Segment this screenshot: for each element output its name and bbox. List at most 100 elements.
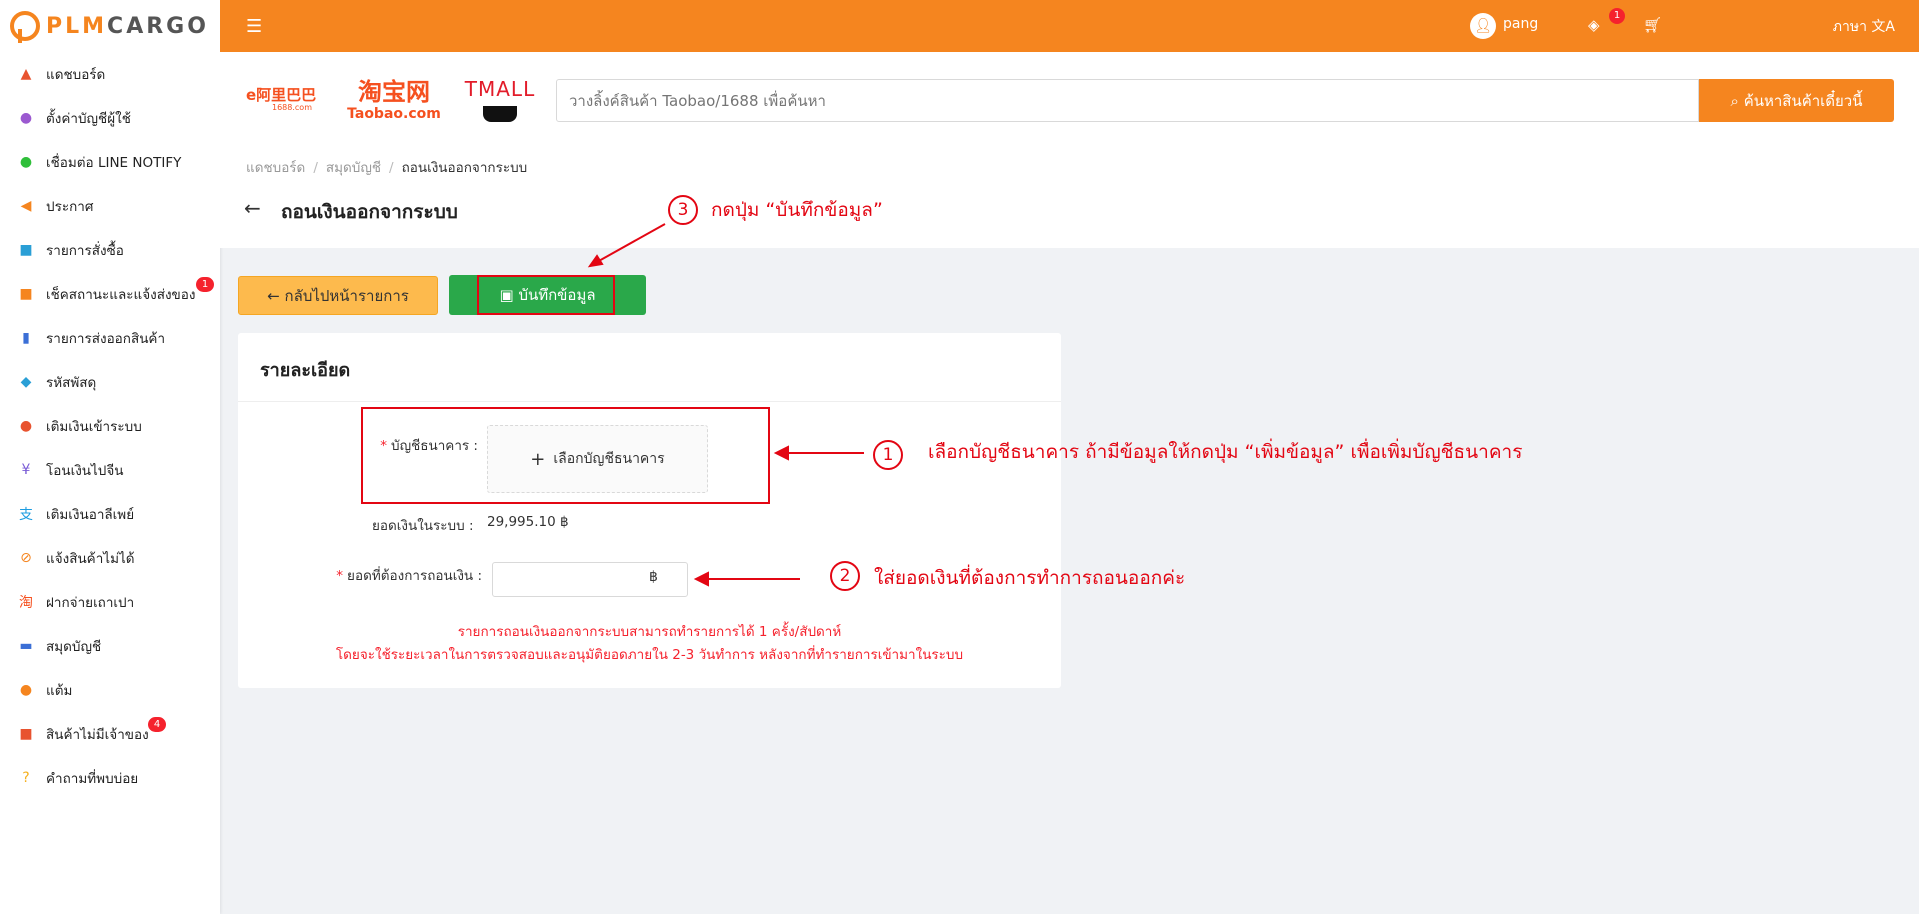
- sidebar-item-truck[interactable]: ■ เช็คสถานะและแจ้งส่งของ 1: [0, 272, 220, 316]
- sidebar-item-search-box[interactable]: ■ สินค้าไม่มีเจ้าของ 4: [0, 712, 220, 756]
- balance-value: 29,995.10 ฿: [487, 514, 569, 530]
- piggy-bank-icon: ●: [19, 418, 33, 434]
- sidebar-item-label: รายการส่งออกสินค้า: [46, 331, 166, 347]
- tmall-cat-icon: [483, 106, 517, 122]
- breadcrumb-dashboard[interactable]: แดชบอร์ด: [246, 160, 305, 176]
- sidebar-item-label: แจ้งสินค้าไม่ได้: [46, 551, 135, 567]
- no-box-icon: ⊘: [20, 550, 32, 566]
- sidebar-item-label: เติมเงินอาลีเพย์: [46, 507, 135, 523]
- sidebar-item-badge: 4: [148, 717, 166, 732]
- card-title: รายละเอียด: [260, 360, 351, 381]
- basket-icon: ■: [19, 242, 33, 258]
- back-button-label: กลับไปหน้ารายการ: [284, 286, 409, 305]
- brand-tmall-logo[interactable]: TMALL: [460, 78, 540, 122]
- sidebar-item-label: เติมเงินเข้าระบบ: [46, 419, 142, 435]
- annotation-step-2-text: ใส่ยอดเงินที่ต้องการทำการถอนออกค่ะ: [874, 567, 1186, 589]
- brand-tmall-text: TMALL: [464, 77, 536, 101]
- alipay-icon: 支: [19, 507, 33, 523]
- notification-badge: 1: [1609, 8, 1625, 24]
- annotation-step-3-text: กดปุ่ม “บันทึกข้อมูล”: [711, 199, 883, 221]
- user-settings-icon: ●: [19, 110, 33, 126]
- yuan-icon: ¥: [21, 462, 31, 478]
- logo-text-cargo: CARGO: [107, 13, 209, 39]
- arrow-step3-head: [587, 254, 604, 268]
- translate-icon: 文A: [1871, 19, 1895, 35]
- annotation-save-highlight: [477, 275, 615, 315]
- baht-suffix: ฿: [649, 569, 658, 585]
- sidebar-item-megaphone[interactable]: ◀ ประกาศ: [0, 184, 220, 228]
- withdraw-amount-label: * ยอดที่ต้องการถอนเงิน :: [336, 568, 482, 584]
- brand-1688-logo[interactable]: e阿里巴巴 1688.com: [246, 87, 324, 113]
- logo-mark-icon: [10, 11, 40, 43]
- menu-fold-icon[interactable]: ☰: [246, 16, 262, 37]
- sidebar-item-label: รายการสั่งซื้อ: [46, 243, 124, 259]
- top-header: ☰: [220, 0, 1919, 52]
- layers-icon[interactable]: ◈: [1588, 16, 1600, 34]
- sidebar-item-label: เช็คสถานะและแจ้งส่งของ: [46, 287, 196, 303]
- annotation-step-1-text: เลือกบัญชีธนาคาร ถ้ามีข้อมูลให้กดปุ่ม “เ…: [928, 441, 1523, 463]
- sidebar-item-label: เชื่อมต่อ LINE NOTIFY: [46, 155, 182, 171]
- page-title: ถอนเงินออกจากระบบ: [281, 201, 458, 223]
- back-to-list-button[interactable]: ← กลับไปหน้ารายการ: [238, 276, 438, 315]
- sidebar: PLMCARGO ▲ แดชบอร์ด ● ตั้งค่าบัญชีผู้ใช้ ● เช…: [0, 0, 220, 914]
- brand-taobao-text: Taobao.com: [347, 106, 441, 122]
- sidebar-item-dolly[interactable]: ▮ รายการส่งออกสินค้า: [0, 316, 220, 360]
- detail-card: รายละเอียด * บัญชีธนาคาร : + เลือกบัญชีธนา…: [238, 333, 1061, 688]
- withdraw-amount-input[interactable]: [492, 562, 688, 597]
- sidebar-item-label: คำถามที่พบบ่อย: [46, 771, 139, 787]
- box-icon: ◆: [20, 374, 32, 390]
- sidebar-item-taobao[interactable]: 淘 ฝากจ่ายเถาเปา: [0, 580, 220, 624]
- card-divider: [238, 401, 1061, 402]
- sidebar-item-label: แดชบอร์ด: [46, 67, 106, 83]
- sidebar-item-badge: 1: [196, 277, 214, 292]
- product-link-search-input[interactable]: [556, 79, 1699, 122]
- search-button-label: ค้นหาสินค้าเดี๋ยวนี้: [1743, 91, 1863, 110]
- sidebar-item-line[interactable]: ● เชื่อมต่อ LINE NOTIFY: [0, 140, 220, 184]
- sidebar-item-medal[interactable]: ● แต้ม: [0, 668, 220, 712]
- annotation-bank-highlight: [361, 407, 770, 504]
- sidebar-item-wallet[interactable]: ▬ สมุดบัญชี: [0, 624, 220, 668]
- sidebar-item-alipay[interactable]: 支 เติมเงินอาลีเพย์: [0, 492, 220, 536]
- breadcrumb: แดชบอร์ด / สมุดบัญชี / ถอนเงินออกจากระบบ: [246, 160, 528, 176]
- brand-taobao-cn: 淘宝网: [358, 78, 430, 106]
- search-product-button[interactable]: ⌕ ค้นหาสินค้าเดี๋ยวนี้: [1699, 79, 1894, 122]
- sidebar-item-label: รหัสพัสดุ: [46, 375, 97, 391]
- question-icon: ?: [22, 770, 30, 786]
- sidebar-item-yuan[interactable]: ¥ โอนเงินไปจีน: [0, 448, 220, 492]
- cart-icon[interactable]: 🛒︎: [1643, 16, 1662, 34]
- search-icon: ⌕: [1730, 91, 1739, 110]
- brand-logo[interactable]: PLMCARGO: [0, 0, 220, 52]
- sidebar-item-piggy-bank[interactable]: ● เติมเงินเข้าระบบ: [0, 404, 220, 448]
- sidebar-item-box[interactable]: ◆ รหัสพัสดุ: [0, 360, 220, 404]
- sidebar-item-label: ตั้งค่าบัญชีผู้ใช้: [46, 111, 131, 127]
- sidebar-item-chart[interactable]: ▲ แดชบอร์ด: [0, 52, 220, 96]
- arrow-left-icon: ←: [267, 286, 280, 305]
- sidebar-item-label: โอนเงินไปจีน: [46, 463, 124, 479]
- sidebar-item-user-settings[interactable]: ● ตั้งค่าบัญชีผู้ใช้: [0, 96, 220, 140]
- dolly-icon: ▮: [22, 330, 30, 346]
- taobao-icon: 淘: [19, 595, 33, 611]
- search-box-icon: ■: [19, 726, 33, 742]
- sidebar-item-label: แต้ม: [46, 683, 73, 699]
- sidebar-item-label: ประกาศ: [46, 199, 94, 215]
- medal-icon: ●: [19, 682, 33, 698]
- breadcrumb-account-book[interactable]: สมุดบัญชี: [326, 160, 381, 176]
- sidebar-nav: ▲ แดชบอร์ด ● ตั้งค่าบัญชีผู้ใช้ ● เชื่อมต่อ L…: [0, 52, 220, 800]
- breadcrumb-current: ถอนเงินออกจากระบบ: [401, 160, 528, 176]
- language-switch[interactable]: ภาษา 文A: [1833, 16, 1895, 38]
- line-icon: ●: [19, 154, 33, 170]
- sidebar-item-question[interactable]: ? คำถามที่พบบ่อย: [0, 756, 220, 800]
- sidebar-item-basket[interactable]: ■ รายการสั่งซื้อ: [0, 228, 220, 272]
- user-avatar-icon[interactable]: 👤︎: [1470, 13, 1496, 39]
- annotation-step-3-number: 3: [668, 195, 698, 225]
- back-arrow-icon[interactable]: ←: [244, 196, 261, 220]
- withdraw-amount-label-text: ยอดที่ต้องการถอนเงิน :: [347, 568, 482, 584]
- balance-label: ยอดเงินในระบบ :: [372, 518, 474, 534]
- megaphone-icon: ◀: [20, 198, 32, 214]
- sidebar-item-label: สินค้าไม่มีเจ้าของ: [46, 727, 149, 743]
- user-name[interactable]: pang: [1503, 16, 1538, 32]
- sidebar-item-no-box[interactable]: ⊘ แจ้งสินค้าไม่ได้: [0, 536, 220, 580]
- brand-taobao-logo[interactable]: 淘宝网 Taobao.com: [344, 78, 444, 122]
- language-label: ภาษา: [1832, 19, 1867, 35]
- sidebar-item-label: ฝากจ่ายเถาเปา: [46, 595, 135, 611]
